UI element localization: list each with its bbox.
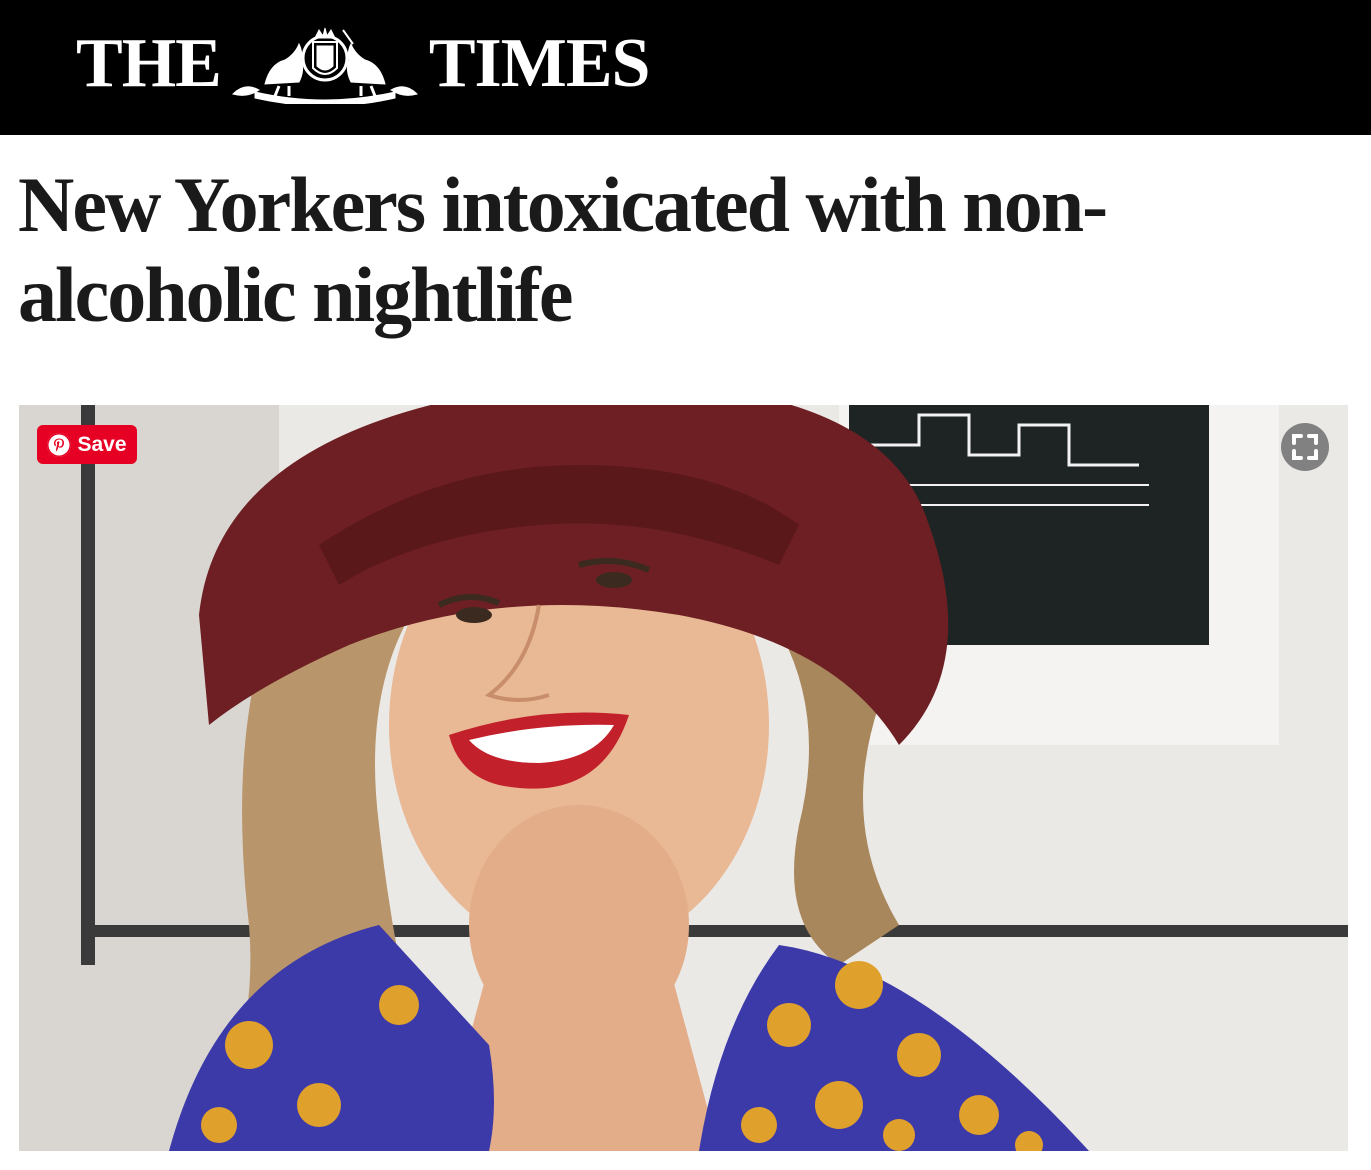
the-times-logo[interactable]: THE TIMES [76, 24, 651, 104]
royal-crest-icon [231, 27, 418, 104]
hero-photo-illustration [19, 405, 1348, 1151]
hero-photo [19, 405, 1348, 1151]
masthead: THE TIMES [0, 0, 700, 135]
pinterest-save-button[interactable]: Save [37, 425, 137, 464]
logo-word-the: THE [76, 25, 222, 102]
expand-image-button[interactable] [1281, 423, 1329, 471]
logo-word-times: TIMES [428, 25, 651, 102]
masthead-extension [700, 0, 1371, 135]
expand-icon [1292, 434, 1318, 460]
article-headline: New Yorkers intoxicated with non-alcohol… [18, 161, 1108, 338]
pinterest-save-label: Save [77, 432, 127, 456]
pinterest-icon [47, 432, 72, 457]
